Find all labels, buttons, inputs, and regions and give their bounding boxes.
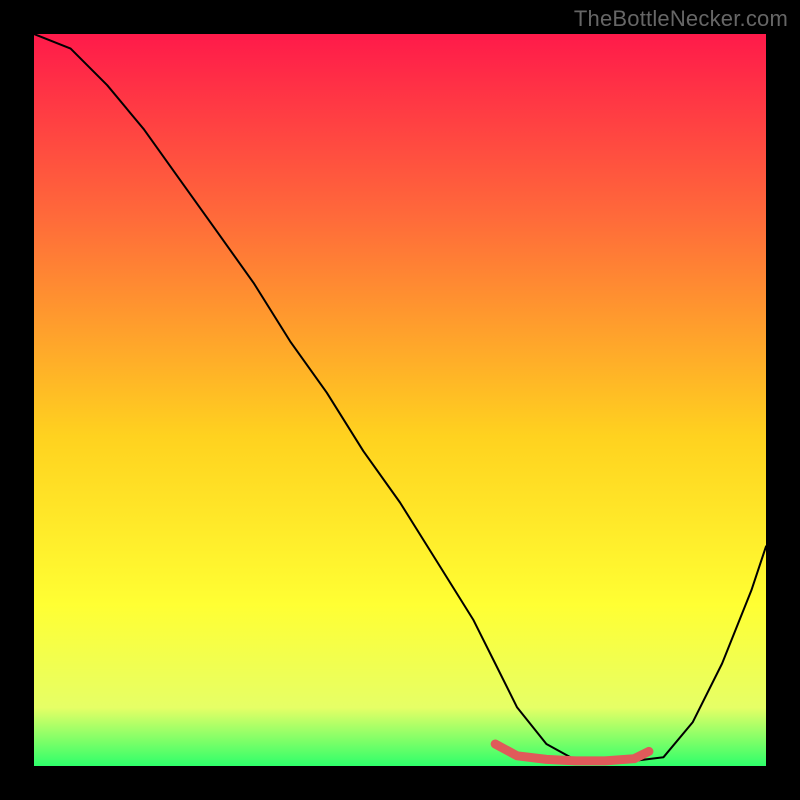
bottleneck-chart (34, 34, 766, 766)
chart-plot-area (34, 34, 766, 766)
watermark-text: TheBottleNecker.com (574, 6, 788, 32)
chart-background (34, 34, 766, 766)
